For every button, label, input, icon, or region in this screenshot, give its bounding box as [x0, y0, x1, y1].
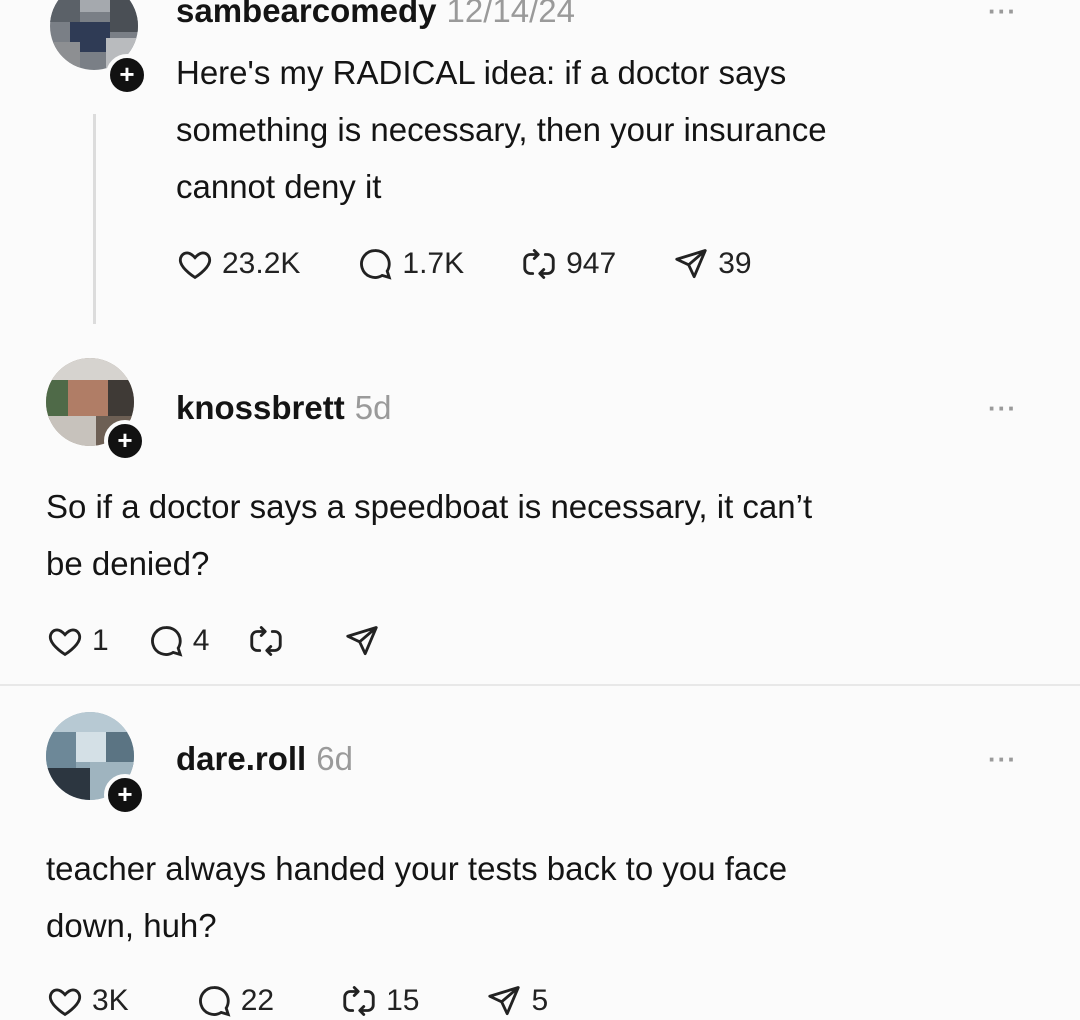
send-icon [488, 986, 521, 1016]
post-text-line: Here's my RADICAL idea: if a doctor says [176, 54, 787, 91]
post-text: teacher always handed your tests back to… [46, 840, 787, 954]
username[interactable]: dare.roll 6d [176, 740, 353, 778]
more-options-button[interactable]: ··· [988, 393, 1017, 424]
comment-icon [360, 249, 392, 280]
post-time: 5d [354, 389, 392, 426]
follow-badge[interactable]: + [106, 54, 148, 96]
username[interactable]: sambearcomedy 12/14/24 [176, 0, 575, 30]
reply-count: 4 [192, 624, 210, 657]
reply-button[interactable]: 22 [195, 982, 274, 1020]
repost-icon [250, 626, 283, 656]
reply-count: 22 [240, 984, 275, 1017]
divider [0, 684, 1080, 686]
post-text-line: something is necessary, then your insura… [176, 111, 827, 148]
post-text-line: down, huh? [46, 907, 217, 944]
like-button[interactable]: 23.2K [176, 245, 300, 283]
username[interactable]: knossbrett 5d [176, 389, 391, 427]
heart-icon [48, 628, 82, 657]
thread-line [93, 114, 96, 324]
username-text[interactable]: dare.roll [176, 740, 306, 777]
follow-badge[interactable]: + [104, 420, 146, 462]
action-bar: 23.2K 1.7K 947 39 [176, 245, 808, 283]
more-options-button[interactable]: ··· [988, 0, 1017, 27]
share-button[interactable] [343, 622, 389, 660]
reply-button[interactable]: 4 [147, 622, 210, 660]
share-count: 5 [531, 984, 549, 1017]
username-text[interactable]: knossbrett [176, 389, 345, 426]
comment-icon [150, 626, 183, 657]
post-time: 12/14/24 [446, 0, 575, 29]
share-button[interactable]: 39 [672, 245, 752, 283]
repost-button[interactable] [247, 622, 293, 660]
like-count: 23.2K [222, 247, 301, 280]
post-time: 6d [316, 740, 353, 777]
repost-count: 15 [386, 984, 420, 1017]
share-count: 39 [718, 247, 752, 280]
comment-icon [198, 986, 231, 1017]
heart-icon [178, 251, 212, 280]
follow-badge[interactable]: + [104, 774, 146, 816]
like-count: 3K [92, 984, 129, 1017]
send-icon [346, 626, 379, 656]
post-text-line: cannot deny it [176, 168, 382, 205]
post-text: So if a doctor says a speedboat is neces… [46, 478, 812, 592]
action-bar: 1 4 [46, 622, 445, 660]
post-text-line: So if a doctor says a speedboat is neces… [46, 488, 813, 525]
post-text: Here's my RADICAL idea: if a doctor says… [176, 44, 827, 215]
like-count: 1 [92, 624, 109, 657]
repost-count: 947 [566, 247, 617, 280]
repost-icon [343, 986, 375, 1016]
repost-button[interactable]: 15 [340, 982, 419, 1020]
heart-icon [48, 988, 82, 1017]
post-text-line: teacher always handed your tests back to… [46, 850, 788, 887]
repost-icon [523, 249, 555, 279]
reply-button[interactable]: 1.7K [356, 245, 464, 283]
send-icon [675, 249, 707, 279]
like-button[interactable]: 3K [46, 982, 129, 1020]
post-text-line: be denied? [46, 545, 210, 582]
reply-count: 1.7K [402, 247, 465, 280]
action-bar: 3K 22 15 5 [46, 982, 604, 1020]
like-button[interactable]: 1 [46, 622, 109, 660]
repost-button[interactable]: 947 [520, 245, 616, 283]
share-button[interactable]: 5 [485, 982, 548, 1020]
username-text[interactable]: sambearcomedy [176, 0, 436, 29]
more-options-button[interactable]: ··· [988, 744, 1017, 775]
